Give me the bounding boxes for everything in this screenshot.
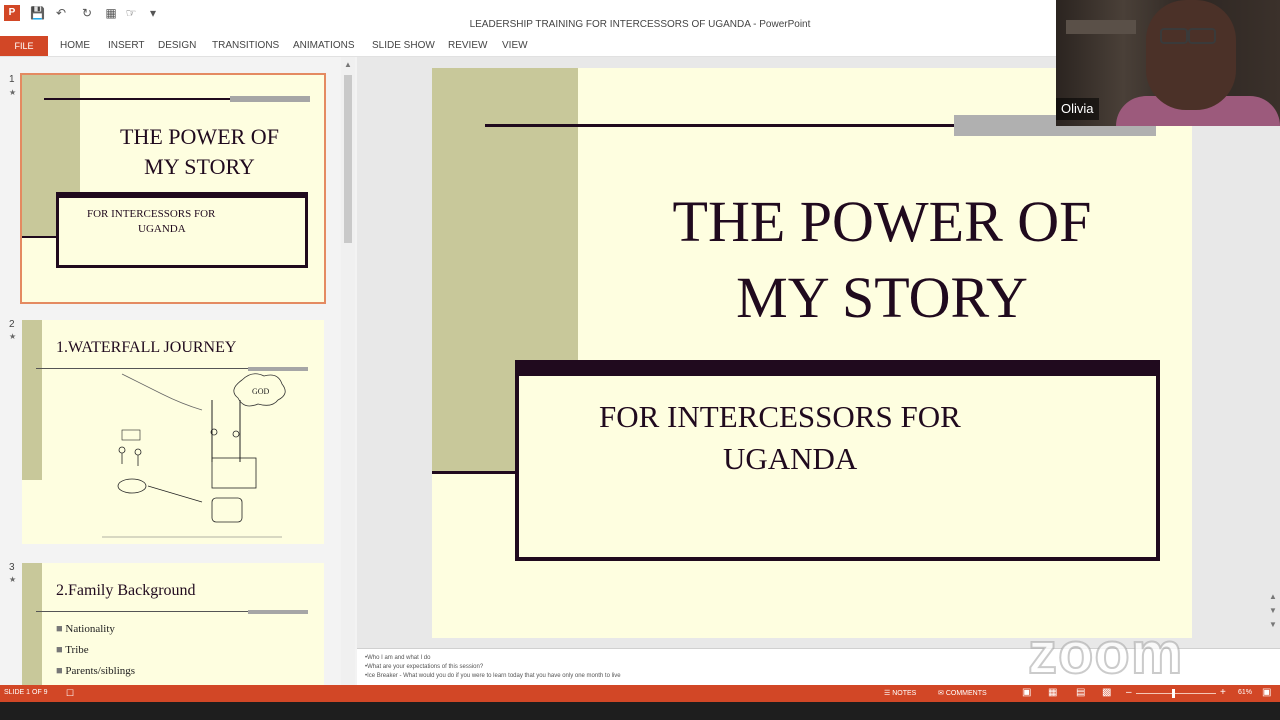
grey-bar: [248, 367, 308, 371]
tab-design[interactable]: DESIGN: [158, 36, 196, 56]
list-item: ■ Tribe: [56, 644, 89, 656]
subtitle-box: FOR INTERCESSORS FOR UGANDA: [56, 192, 308, 268]
zoom-slider[interactable]: [1136, 693, 1216, 694]
list-item-text: Parents/siblings: [65, 665, 136, 677]
diagram-god-label: GOD: [252, 387, 270, 396]
olive-block: [22, 320, 42, 480]
slide-thumbnails-pane: 1 ★ THE POWER OF MY STORY FOR INTERCESSO…: [0, 57, 357, 685]
list-item: ■ Nationality: [56, 623, 115, 635]
notes-icon: ☰: [884, 690, 891, 697]
powerpoint-logo-icon: P: [4, 5, 20, 21]
zoom-slider-handle[interactable]: [1172, 689, 1175, 698]
thumbnail-slide-2[interactable]: 1.WATERFALL JOURNEY GOD: [22, 320, 324, 544]
animation-star-icon: ★: [9, 88, 17, 97]
note-line: •Ice Breaker - What would you do if you …: [365, 673, 621, 679]
notes-button[interactable]: ☰ NOTES: [884, 689, 916, 697]
thumbnail-title: THE POWER OF MY STORY: [82, 122, 317, 182]
subtitle-line: FOR INTERCESSORS FOR: [87, 208, 216, 220]
subtitle-line: UGANDA: [138, 223, 186, 235]
participant-video: Olivia: [1056, 0, 1280, 126]
note-line: •Who I am and what I do: [365, 655, 431, 661]
list-item: ■ Parents/siblings: [56, 665, 136, 677]
notes-label: NOTES: [892, 690, 917, 697]
tab-file[interactable]: FILE: [0, 36, 48, 56]
subtitle-box[interactable]: FOR INTERCESSORS FOR UGANDA: [515, 360, 1160, 561]
comments-label: COMMENTS: [945, 690, 987, 697]
glasses-icon: [1188, 28, 1216, 44]
scroll-down-icon[interactable]: ▼: [1266, 606, 1280, 615]
fit-slide-icon[interactable]: ▣: [1262, 687, 1271, 698]
comments-icon: ✉: [938, 690, 944, 697]
thumbnail-number: 2: [9, 319, 15, 330]
glasses-icon: [1160, 28, 1188, 44]
next-slide-icon[interactable]: ▼: [1266, 620, 1280, 629]
rule-line: [432, 471, 518, 474]
list-item-text: Tribe: [65, 644, 89, 656]
slide-title-line: MY STORY: [736, 265, 1028, 330]
comments-button[interactable]: ✉ COMMENTS: [938, 689, 987, 697]
slide-title[interactable]: THE POWER OF MY STORY: [622, 184, 1142, 336]
list-item-text: Nationality: [65, 623, 115, 635]
slideshow-icon[interactable]: ▩: [1102, 687, 1111, 698]
tab-view[interactable]: VIEW: [502, 36, 528, 56]
tab-home[interactable]: HOME: [60, 36, 90, 56]
zoom-level[interactable]: 61%: [1238, 689, 1252, 696]
waterfall-diagram: GOD: [102, 373, 286, 538]
tab-slide-show[interactable]: SLIDE SHOW: [372, 36, 435, 56]
animation-star-icon: ★: [9, 575, 17, 584]
zoom-in-icon[interactable]: +: [1220, 687, 1226, 698]
subtitle-line: UGANDA: [723, 441, 858, 476]
window-title: LEADERSHIP TRAINING FOR INTERCESSORS OF …: [469, 19, 811, 30]
slide-title-line: THE POWER OF: [672, 189, 1092, 254]
previous-slide-icon[interactable]: ▲: [1266, 592, 1280, 601]
save-icon[interactable]: 💾: [30, 6, 45, 20]
olive-block: [22, 563, 42, 685]
tab-review[interactable]: REVIEW: [448, 36, 487, 56]
start-from-beginning-icon[interactable]: ▦: [104, 6, 118, 20]
title-line: THE POWER OF: [120, 124, 279, 149]
thumbnail-number: 3: [9, 562, 15, 573]
current-slide[interactable]: THE POWER OF MY STORY FOR INTERCESSORS F…: [432, 68, 1192, 638]
thumbnail-subtitle: FOR INTERCESSORS FOR UGANDA: [87, 207, 215, 237]
bullet-list: ■ Nationality ■ Tribe ■ Parents/siblings: [56, 619, 135, 682]
thumbnails-scroll-thumb[interactable]: [344, 75, 352, 243]
redo-icon[interactable]: ↻: [80, 6, 94, 20]
bottom-letterbox: [0, 702, 1280, 720]
scroll-up-icon[interactable]: ▲: [341, 60, 355, 69]
thumbnail-slide-1[interactable]: THE POWER OF MY STORY FOR INTERCESSORS F…: [20, 73, 326, 304]
slide-indicator: SLIDE 1 OF 9: [4, 689, 48, 696]
slide-sorter-icon[interactable]: ▦: [1048, 687, 1057, 698]
touch-mode-icon[interactable]: ☞: [124, 6, 138, 20]
rule-line: [22, 236, 58, 238]
tab-transitions[interactable]: TRANSITIONS: [212, 36, 279, 56]
spell-check-icon[interactable]: ☐: [66, 688, 74, 699]
customize-toolbar-icon[interactable]: ▾: [146, 6, 160, 20]
thumbnail-title: 2.Family Background: [56, 582, 196, 599]
slide-subtitle: FOR INTERCESSORS FOR UGANDA: [599, 396, 961, 480]
tab-animations[interactable]: ANIMATIONS: [293, 36, 354, 56]
zoom-out-icon[interactable]: –: [1126, 687, 1132, 698]
participant-name: Olivia: [1056, 98, 1099, 120]
participant-face: [1146, 0, 1236, 110]
grey-bar: [248, 610, 308, 614]
tab-insert[interactable]: INSERT: [108, 36, 145, 56]
normal-view-icon[interactable]: ▣: [1022, 687, 1031, 698]
reading-view-icon[interactable]: ▤: [1076, 687, 1085, 698]
thumbnail-title: 1.WATERFALL JOURNEY: [56, 339, 237, 356]
animation-star-icon: ★: [9, 332, 17, 341]
subtitle-line: FOR INTERCESSORS FOR: [599, 399, 961, 434]
thumbnail-number: 1: [9, 74, 15, 85]
note-line: •What are your expectations of this sess…: [365, 664, 484, 670]
grey-bar: [230, 96, 310, 102]
undo-icon[interactable]: ↶: [54, 6, 68, 20]
title-line: MY STORY: [144, 154, 255, 179]
thumbnail-slide-3[interactable]: 2.Family Background ■ Nationality ■ Trib…: [22, 563, 324, 685]
status-bar: SLIDE 1 OF 9 ☐ ☰ NOTES ✉ COMMENTS ▣ ▦ ▤ …: [0, 685, 1280, 702]
zoom-watermark-logo: zoom: [1027, 621, 1184, 686]
shelf: [1066, 20, 1136, 34]
